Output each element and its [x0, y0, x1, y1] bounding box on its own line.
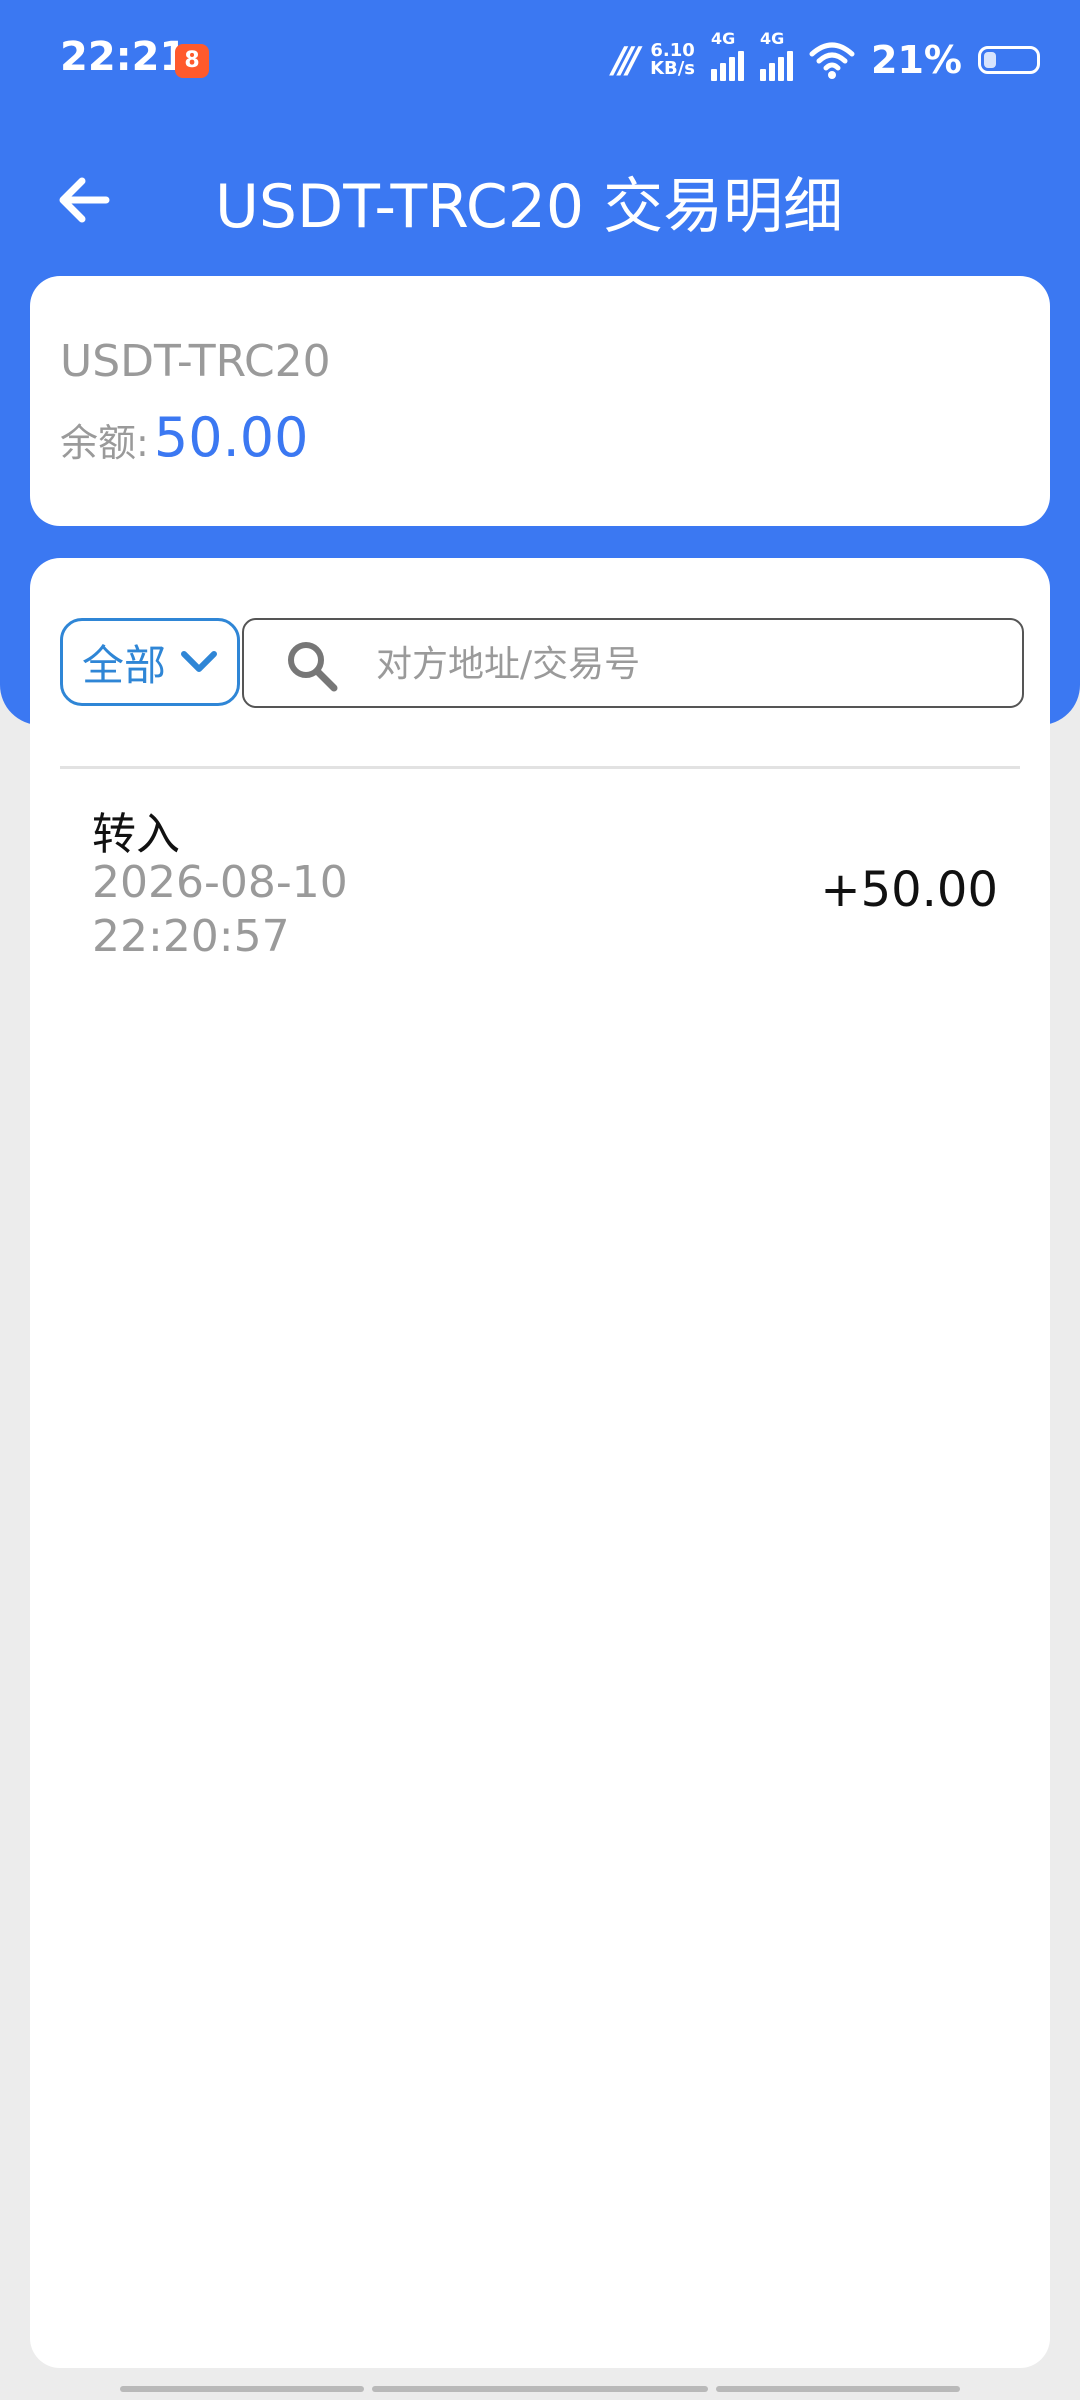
signal-1-label: 4G [711, 29, 736, 48]
status-icons: /// 6.10 KB/s 4G 4G 21% [612, 29, 1040, 90]
wifi-icon [809, 40, 855, 80]
app-header: USDT-TRC20 交易明细 [0, 140, 1080, 250]
notification-app-icon: 8 [175, 44, 209, 78]
transaction-amount: +50.00 [820, 862, 998, 918]
filter-dropdown[interactable]: 全部 [60, 618, 240, 706]
network-speed: 6.10 KB/s [650, 42, 695, 78]
battery-icon [978, 46, 1040, 74]
search-box[interactable] [242, 618, 1024, 708]
page-title: USDT-TRC20 交易明细 [215, 172, 844, 242]
signal-1-icon: 4G [711, 29, 745, 81]
balance-value: 50.00 [153, 406, 309, 469]
status-bar: 22:21 8 /// 6.10 KB/s 4G 4G 21% [0, 0, 1080, 120]
balance-card: USDT-TRC20 余额: 50.00 [30, 276, 1050, 526]
battery-percent: 21% [871, 38, 962, 82]
search-icon [288, 642, 338, 692]
transaction-date: 2026-08-10 [92, 857, 348, 908]
nav-handle-right [716, 2386, 960, 2392]
network-speed-unit: KB/s [650, 58, 696, 79]
arrow-left-icon [59, 177, 110, 223]
chevron-down-icon [181, 651, 217, 672]
transaction-list-card: 全部 转入 2026-08-10 22:20:57 +50.00 [30, 558, 1050, 2368]
status-time: 22:21 [60, 34, 188, 80]
balance-line: 余额: 50.00 [60, 406, 309, 469]
transaction-row[interactable]: 转入 2026-08-10 22:20:57 +50.00 [60, 788, 1020, 968]
back-button[interactable] [50, 165, 120, 235]
signal-2-icon: 4G [760, 29, 794, 81]
transaction-datetime: 2026-08-10 22:20:57 [92, 856, 348, 964]
list-divider [60, 766, 1020, 769]
network-indicator-icon: /// [612, 39, 641, 81]
filter-selected-label: 全部 [81, 640, 166, 690]
token-name: USDT-TRC20 [60, 336, 331, 387]
transaction-time: 22:20:57 [92, 911, 290, 962]
balance-label: 余额: [60, 421, 149, 465]
nav-handle-left [120, 2386, 364, 2392]
transaction-type: 转入 [92, 809, 180, 860]
signal-2-label: 4G [760, 29, 785, 48]
nav-handle-center [372, 2386, 708, 2392]
search-input[interactable] [374, 634, 978, 694]
